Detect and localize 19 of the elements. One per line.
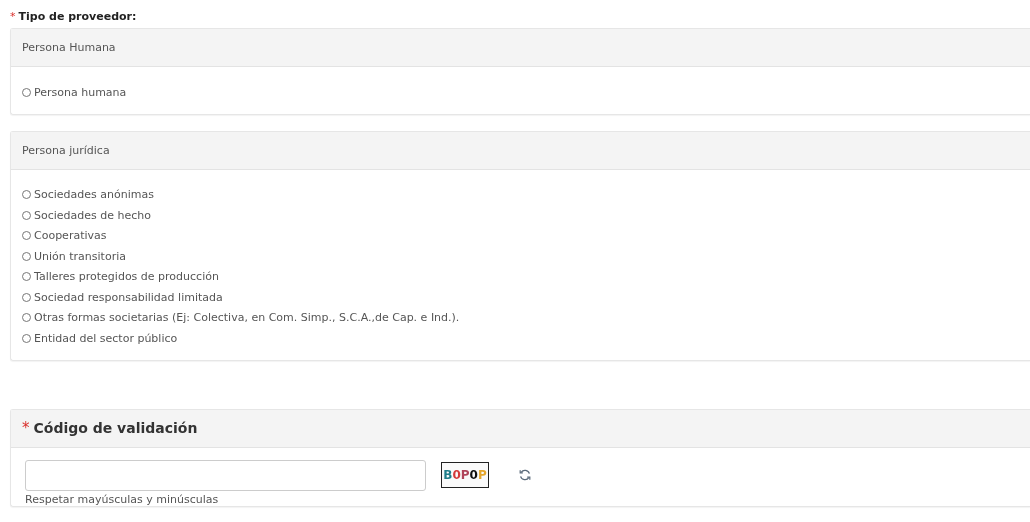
radio-label[interactable]: Entidad del sector público [34, 331, 178, 345]
field-label: Tipo de proveedor: [18, 10, 137, 23]
radio-label[interactable]: Sociedades anónimas [34, 188, 154, 202]
radio-label[interactable]: Otras formas societarias (Ej: Colectiva, en Com. Simp., S.C.A.,de Cap. e Ind.). [34, 311, 460, 325]
radio-label[interactable]: Sociedades de hecho [34, 208, 152, 222]
panel-heading: Persona jurídica [11, 131, 1030, 170]
radio-label[interactable]: Cooperativas [34, 229, 107, 243]
section-title: Código de validación [33, 420, 198, 436]
input-field[interactable] [25, 459, 426, 491]
panel-heading: Persona Humana [11, 29, 1030, 67]
required-asterisk: * [10, 10, 16, 23]
radio-label[interactable]: Talleres protegidos de producción [34, 270, 219, 284]
radio-label[interactable]: Persona humana [34, 85, 127, 99]
radio-label[interactable]: Sociedad responsabilidad limitada [34, 290, 223, 304]
captcha-image: B0P0P [441, 462, 489, 488]
refresh-icon[interactable] [518, 468, 532, 482]
required-asterisk: * [22, 419, 30, 437]
hint-text: Respetar mayúsculas y minúsculas [25, 492, 220, 506]
radio-label[interactable]: Unión transitoria [34, 249, 126, 263]
